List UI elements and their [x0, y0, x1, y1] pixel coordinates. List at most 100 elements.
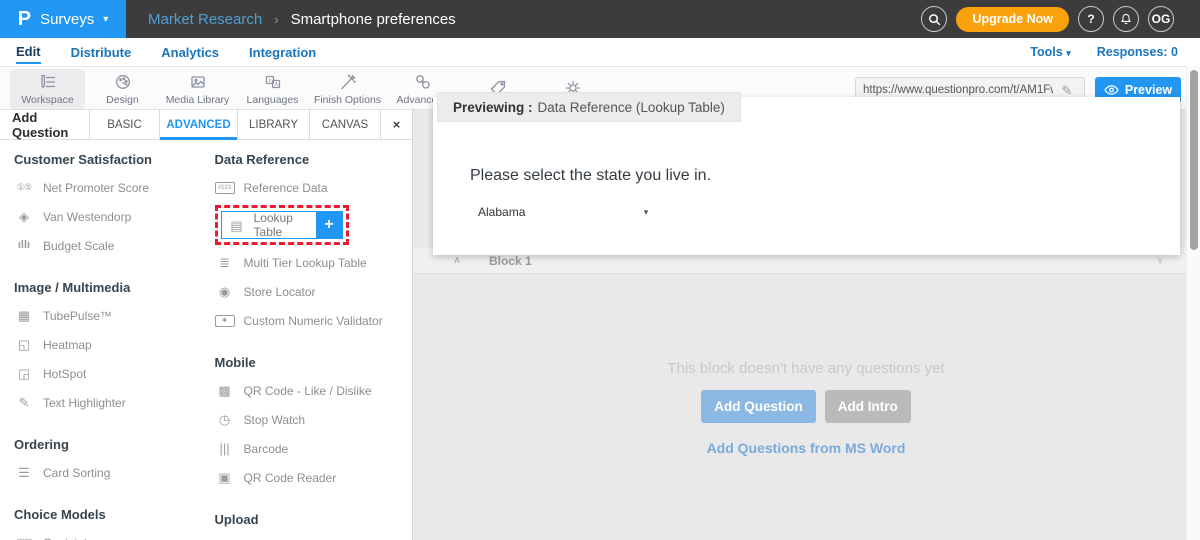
toolbar-finish-options[interactable]: Finish Options	[310, 69, 385, 109]
item-heatmap[interactable]: ◱Heatmap	[14, 330, 205, 359]
previewing-label: Previewing : Data Reference (Lookup Tabl…	[437, 92, 741, 122]
magic-wand-icon	[338, 72, 358, 92]
item-custom-numeric-validator[interactable]: ✱Custom Numeric Validator	[215, 306, 412, 335]
edit-url-pencil-icon[interactable]: ✎	[1057, 84, 1077, 97]
toolbar-languages[interactable]: xA Languages	[235, 69, 310, 109]
notifications-button[interactable]	[1113, 6, 1139, 32]
section-heading: Image / Multimedia	[14, 280, 205, 295]
state-dropdown[interactable]: Alabama ▾	[478, 205, 656, 219]
bell-icon	[1119, 12, 1133, 26]
empty-block-state: This block doesn't have any questions ye…	[426, 360, 1186, 456]
survey-title: Smartphone preferences	[291, 11, 456, 28]
search-icon	[927, 12, 942, 27]
add-lookup-table-button[interactable]: +	[316, 211, 343, 239]
avatar[interactable]: OG	[1148, 6, 1174, 32]
surveys-product-menu[interactable]: P Surveys ▾	[0, 0, 126, 38]
item-card-sorting[interactable]: ☰Card Sorting	[14, 458, 205, 487]
add-question-button[interactable]: Add Question	[701, 390, 816, 423]
tab-canvas[interactable]: CANVAS	[310, 110, 381, 139]
dropdown-caret-icon: ▾	[636, 208, 656, 217]
topbar-actions: Upgrade Now ? OG	[921, 6, 1200, 32]
translate-icon: xA	[263, 72, 283, 92]
item-budget-scale[interactable]: ıllıBudget Scale	[14, 231, 205, 260]
chain-link-icon	[413, 72, 433, 92]
item-stop-watch[interactable]: ◷Stop Watch	[215, 405, 412, 434]
nav-tab-edit[interactable]: Edit	[16, 40, 41, 64]
close-panel-button[interactable]: ×	[381, 110, 412, 139]
hotspot-cursor-icon: ◲	[14, 367, 34, 380]
multi-tier-lookup-icon: ≣	[215, 256, 235, 269]
upgrade-now-button[interactable]: Upgrade Now	[956, 7, 1069, 32]
numbered-list-icon: ☰	[14, 466, 34, 479]
add-questions-ms-word-link[interactable]: Add Questions from MS Word	[426, 440, 1186, 456]
image-icon	[188, 72, 208, 92]
questionpro-survey-editor: P Surveys ▾ Market Research › Smartphone…	[0, 0, 1200, 540]
item-multi-tier-lookup-table[interactable]: ≣Multi Tier Lookup Table	[215, 248, 412, 277]
tab-library[interactable]: LIBRARY	[238, 110, 310, 139]
chevron-down-icon: ▾	[103, 14, 108, 25]
item-attach-upload-file[interactable]: ↥Attach/Upload File	[215, 533, 412, 540]
block-caret-icon[interactable]: ∨	[1150, 256, 1170, 265]
price-tag-icon: ◈	[14, 210, 34, 223]
help-button[interactable]: ?	[1078, 6, 1104, 32]
search-button[interactable]	[921, 6, 947, 32]
item-reference-data[interactable]: #123Reference Data	[215, 173, 412, 202]
block-title: Block 1	[489, 254, 532, 268]
item-net-promoter-score[interactable]: ①⑤Net Promoter Score	[14, 173, 205, 202]
item-barcode[interactable]: |||Barcode	[215, 434, 412, 463]
question-column-1: Customer Satisfaction ①⑤Net Promoter Sco…	[0, 140, 205, 540]
item-qr-code-reader[interactable]: ▣QR Code Reader	[215, 463, 412, 492]
collapse-chevron-icon[interactable]: ∧	[447, 256, 467, 266]
toolbar-media-library[interactable]: Media Library	[160, 69, 235, 109]
budget-scale-icon: ıllı	[14, 240, 34, 251]
lookup-table-icon: ▤	[227, 219, 247, 232]
nav-tab-analytics[interactable]: Analytics	[161, 41, 219, 63]
svg-text:x: x	[268, 78, 271, 84]
item-store-locator[interactable]: ◉Store Locator	[215, 277, 412, 306]
scrollbar-track[interactable]	[1186, 66, 1200, 540]
chevron-down-icon: ▾	[1066, 48, 1071, 58]
tab-basic[interactable]: BASIC	[90, 110, 160, 139]
barcode-icon: |||	[215, 442, 235, 455]
palette-icon	[113, 72, 133, 92]
scrollbar-thumb[interactable]	[1190, 70, 1198, 250]
questionpro-logo: P	[18, 8, 31, 31]
panel-tabs: Add Question BASIC ADVANCED LIBRARY CANV…	[0, 110, 412, 140]
add-question-panel: Add Question BASIC ADVANCED LIBRARY CANV…	[0, 110, 413, 540]
toolbar-workspace[interactable]: Workspace	[10, 69, 85, 109]
add-intro-button[interactable]: Add Intro	[825, 390, 911, 423]
reference-data-icon: #123	[215, 182, 235, 194]
workspace-icon	[38, 72, 58, 92]
eye-icon	[1104, 84, 1119, 96]
topbar: P Surveys ▾ Market Research › Smartphone…	[0, 0, 1200, 38]
highlighter-icon: ✎	[14, 396, 34, 409]
responses-count[interactable]: Responses: 0	[1097, 45, 1178, 59]
item-tubepulse[interactable]: ▦TubePulse™	[14, 301, 205, 330]
item-conjoint[interactable]: ▤▤Conjoint	[14, 528, 205, 540]
video-film-icon: ▦	[14, 309, 34, 322]
lookup-table-highlight: ▤ Lookup Table +	[215, 205, 349, 245]
nav-right: Tools ▾ Responses: 0	[1030, 45, 1200, 59]
section-heading: Mobile	[215, 355, 412, 370]
item-qr-code-like-dislike[interactable]: ▩QR Code - Like / Dislike	[215, 376, 412, 405]
toolbar-design[interactable]: Design	[85, 69, 160, 109]
net-promoter-score-icon: ①⑤	[14, 183, 34, 192]
tab-advanced[interactable]: ADVANCED	[160, 110, 238, 139]
numeric-validator-icon: ✱	[215, 315, 235, 327]
nav-tab-distribute[interactable]: Distribute	[71, 41, 132, 63]
item-text-highlighter[interactable]: ✎Text Highlighter	[14, 388, 205, 417]
breadcrumb-separator: ›	[274, 12, 278, 27]
item-hotspot[interactable]: ◲HotSpot	[14, 359, 205, 388]
panel-title: Add Question	[0, 110, 90, 139]
tools-menu[interactable]: Tools ▾	[1030, 45, 1070, 59]
qr-reader-icon: ▣	[215, 471, 235, 484]
empty-block-message: This block doesn't have any questions ye…	[426, 360, 1186, 377]
item-van-westendorp[interactable]: ◈Van Westendorp	[14, 202, 205, 231]
item-lookup-table[interactable]: ▤ Lookup Table +	[221, 211, 343, 239]
survey-nav: Edit Distribute Analytics Integration To…	[0, 38, 1200, 66]
nav-tab-integration[interactable]: Integration	[249, 41, 316, 63]
heatmap-icon: ◱	[14, 338, 34, 351]
breadcrumb-folder[interactable]: Market Research	[148, 11, 262, 28]
section-heading: Choice Models	[14, 507, 205, 522]
breadcrumb: Market Research › Smartphone preferences	[148, 11, 456, 28]
